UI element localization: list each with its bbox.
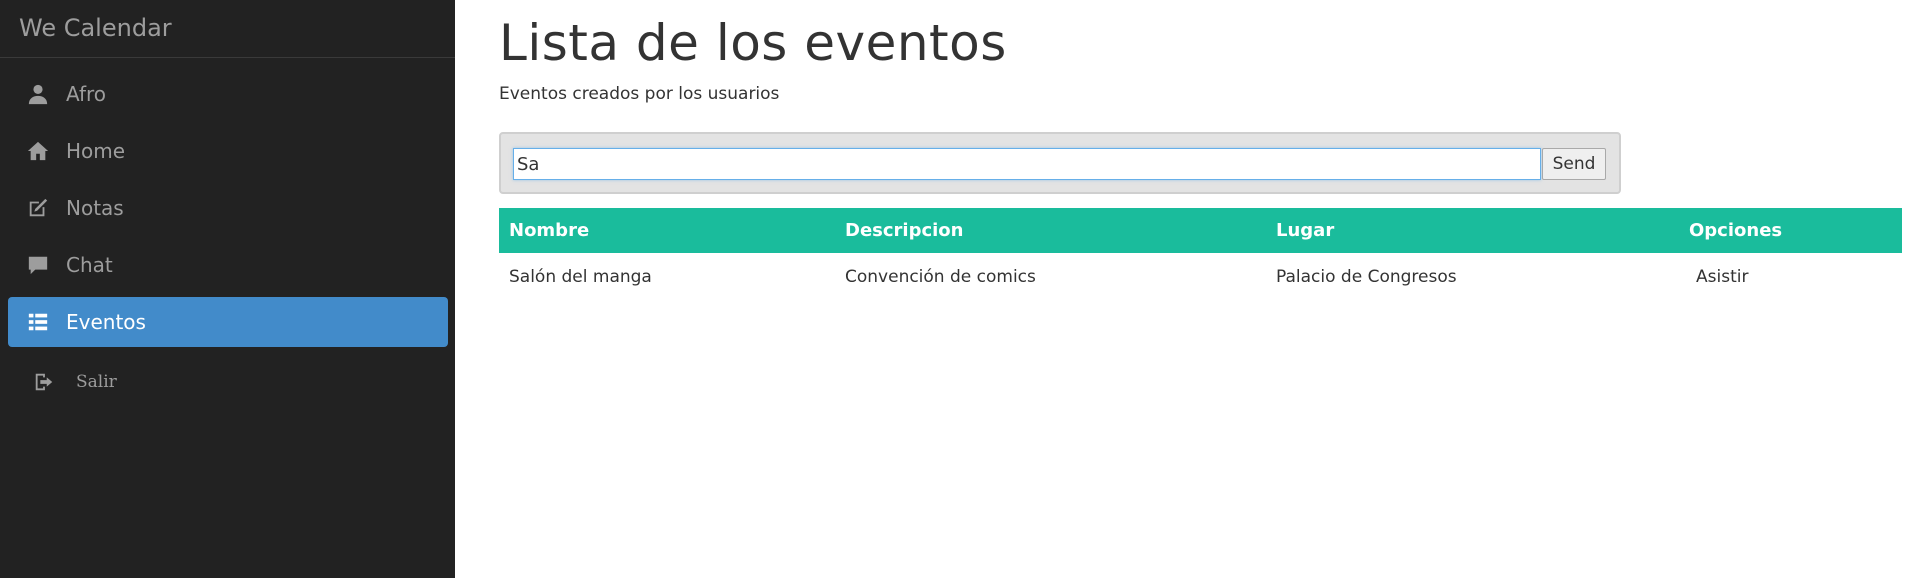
list-icon [26, 310, 50, 334]
sidebar-item-label: Home [66, 139, 126, 163]
sidebar-item-label: Afro [66, 82, 107, 106]
cell-opciones: Asistir [1679, 253, 1902, 300]
brand-title[interactable]: We Calendar [0, 0, 455, 58]
table-row: Salón del manga Convención de comics Pal… [499, 253, 1902, 300]
cell-descripcion: Convención de comics [845, 266, 1036, 287]
sidebar-item-label: Notas [66, 196, 124, 220]
send-button[interactable]: Send [1542, 148, 1606, 180]
events-table: Nombre Descripcion Lugar Opciones Salón … [499, 208, 1902, 300]
sidebar-item-label: Chat [66, 253, 113, 277]
comment-icon [26, 253, 50, 277]
user-icon [26, 82, 50, 106]
sidebar-item-label: Salir [76, 372, 117, 392]
cell-nombre: Salón del manga [509, 266, 652, 287]
search-input[interactable] [513, 148, 1541, 180]
column-header-lugar: Lugar [1266, 208, 1679, 253]
column-header-opciones: Opciones [1679, 208, 1902, 253]
sidebar-item-home[interactable]: Home [8, 126, 448, 176]
logout-icon [32, 370, 56, 394]
sidebar: We Calendar Afro Home Notas Chat Eventos… [0, 0, 455, 578]
sidebar-item-chat[interactable]: Chat [8, 240, 448, 290]
app-window: We Calendar Afro Home Notas Chat Eventos… [0, 0, 1920, 578]
page-title: Lista de los eventos [499, 14, 1007, 72]
table-header-row: Nombre Descripcion Lugar Opciones [499, 208, 1902, 253]
page-subtitle: Eventos creados por los usuarios [499, 84, 780, 104]
search-form: Send [499, 132, 1621, 194]
edit-icon [26, 196, 50, 220]
sidebar-item-salir[interactable]: Salir [8, 357, 448, 407]
sidebar-item-eventos[interactable]: Eventos [8, 297, 448, 347]
sidebar-item-notas[interactable]: Notas [8, 183, 448, 233]
asistir-link[interactable]: Asistir [1689, 267, 1748, 287]
column-header-nombre: Nombre [499, 208, 835, 253]
sidebar-item-label: Eventos [66, 310, 146, 334]
sidebar-item-afro[interactable]: Afro [8, 69, 448, 119]
cell-lugar: Palacio de Congresos [1276, 266, 1457, 287]
column-header-descripcion: Descripcion [835, 208, 1266, 253]
main-content: Lista de los eventos Eventos creados por… [455, 0, 1920, 578]
home-icon [26, 139, 50, 163]
